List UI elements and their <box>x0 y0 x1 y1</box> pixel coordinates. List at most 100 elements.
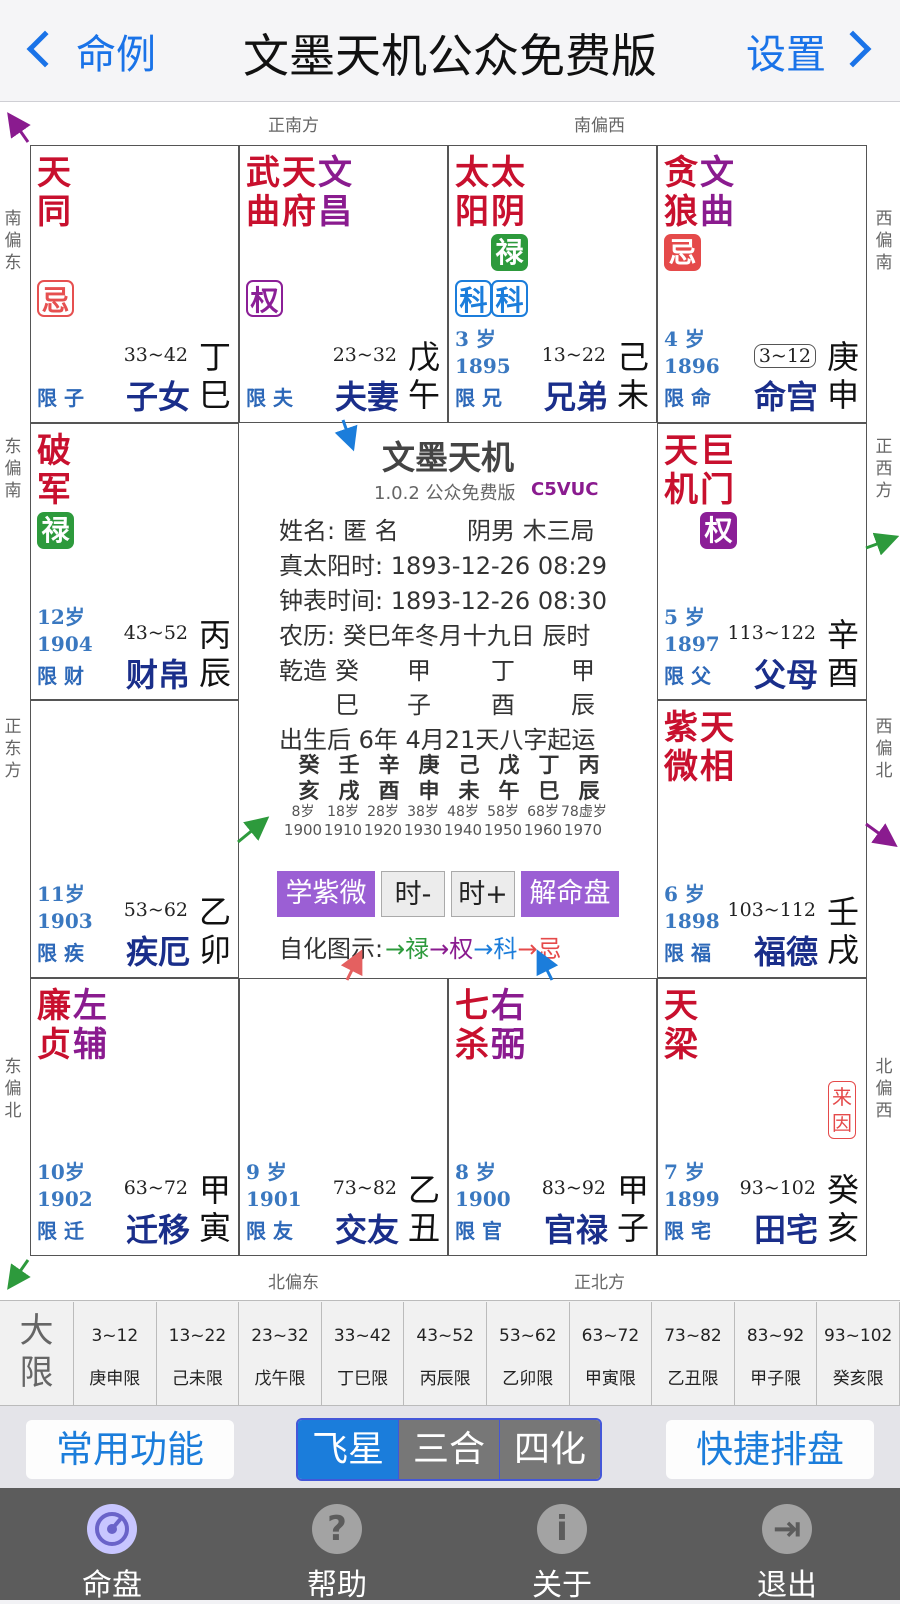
palace-guanlu[interactable]: 七 杀右 弼 8 岁 1900 限 官 83~92 官禄甲 子 <box>448 978 657 1256</box>
tab-about[interactable]: i 关于 <box>492 1488 632 1603</box>
xiao-xian-label: 限 父 <box>664 664 711 688</box>
star-name: 紫 微 <box>664 708 698 787</box>
palace-jie[interactable]: 11岁 1903 限 疾 53~62 疾厄乙 卯 <box>30 700 239 978</box>
age-value: 10岁 <box>37 1160 85 1184</box>
explain-chart-button[interactable]: 解命盘 <box>521 871 619 917</box>
age-value: 7 岁 <box>664 1160 705 1184</box>
palace-xiongdi[interactable]: 太 阳太 阴禄科科 3 岁 1895 限 兄 13~22 兄弟己 未 <box>448 145 657 423</box>
sihua-badge: 权 <box>246 280 283 317</box>
action-bar: 常用功能 飞星 三合 四化 快捷排盘 <box>0 1406 900 1488</box>
segment-feixing[interactable]: 飞星 <box>298 1420 398 1479</box>
palace-qianyi[interactable]: 廉 贞左 辅 10岁 1902 限 迁 63~72 迁移甲 寅 <box>30 978 239 1256</box>
xiao-xian-label: 限 兄 <box>455 386 502 410</box>
dayun-age: 68岁 <box>527 804 559 820</box>
tab-chart[interactable]: 命盘 <box>42 1488 182 1603</box>
daxian-cell[interactable]: 23~32 戊午限 <box>239 1302 322 1405</box>
dayun-year: 1970 <box>563 821 603 839</box>
xiao-xian-label: 限 迁 <box>37 1219 84 1243</box>
palace-name: 夫妻 <box>334 378 399 416</box>
chart-dial-icon <box>87 1504 137 1554</box>
palace-fumu[interactable]: 天 机巨 门权 5 岁 1897 限 父 113~122 父母辛 酉 <box>657 423 867 700</box>
star-group: 贪 狼文 曲 <box>664 154 736 232</box>
palace-name: 子女 <box>125 378 190 416</box>
daxian-cell-ganzhi: 丁巳限 <box>337 1369 389 1389</box>
palace-jiaoyou[interactable]: 9 岁 1901 限 友 73~82 交友乙 丑 <box>239 978 448 1256</box>
xiao-xian-label: 限 财 <box>37 664 84 688</box>
daxian-cell[interactable]: 43~52 丙辰限 <box>404 1302 487 1405</box>
laiyin-badge: 来 因 <box>828 1081 856 1139</box>
direction-label: 北偏西 <box>875 1057 893 1121</box>
tab-help[interactable]: ? 帮助 <box>267 1488 407 1603</box>
quick-chart-button[interactable]: 快捷排盘 <box>666 1420 874 1479</box>
tab-chart-label: 命盘 <box>82 1568 142 1603</box>
palace-minggong[interactable]: 贪 狼文 曲忌 4 岁 1896 限 命 3~12 命宫庚 申 <box>657 145 867 423</box>
daxian-title: 大 限 <box>19 1311 54 1393</box>
direction-label: 西偏北 <box>875 717 893 781</box>
tab-help-label: 帮助 <box>307 1568 367 1603</box>
palace-name: 父母 <box>753 656 818 694</box>
star-name: 武 曲 <box>246 153 280 232</box>
settings-button[interactable]: 设置 <box>746 22 826 80</box>
hour-minus-button[interactable]: 时- <box>381 871 445 917</box>
bazi-stem: 甲 <box>407 657 431 685</box>
segment-sanhe[interactable]: 三合 <box>398 1420 499 1479</box>
dayun-age: 8岁 <box>291 804 315 820</box>
direction-label: 正西方 <box>875 437 893 501</box>
daxian-cell-range: 83~92 <box>746 1326 805 1346</box>
daxian-cell[interactable]: 33~42 丁巳限 <box>322 1302 405 1405</box>
app-logo-title: 文墨天机 <box>382 438 514 477</box>
star-group: 七 杀右 弼 <box>455 987 527 1065</box>
star-name: 右 弼 <box>491 986 525 1065</box>
daxian-cell[interactable]: 3~12 庚申限 <box>74 1302 157 1405</box>
tab-exit[interactable]: ⇥ 退出 <box>717 1488 857 1603</box>
dayun-year: 1960 <box>523 821 563 839</box>
birth-year: 1902 <box>37 1187 93 1211</box>
daxian-range: 43~52 <box>123 622 188 644</box>
palace-name: 迁移 <box>125 1211 190 1249</box>
daxian-cell[interactable]: 93~102 癸亥限 <box>817 1302 900 1405</box>
star-name: 破 军 <box>37 431 71 510</box>
palace-caibo[interactable]: 破 军禄 12岁 1904 限 财 43~52 财帛丙 辰 <box>30 423 239 700</box>
segment-sihua[interactable]: 四化 <box>499 1420 600 1479</box>
dayun-age: 18岁 <box>327 804 359 820</box>
daxian-cell[interactable]: 13~22 己未限 <box>157 1302 240 1405</box>
palace-age: 4 岁 1896 <box>664 326 720 380</box>
palace-age: 3 岁 1895 <box>455 326 511 380</box>
daxian-cell[interactable]: 53~62 乙卯限 <box>487 1302 570 1405</box>
bazi-branch: 子 <box>407 691 431 719</box>
palace-fude[interactable]: 紫 微天 相 6 岁 1898 限 福 103~112 福德壬 戌 <box>657 700 867 978</box>
daxian-cell[interactable]: 73~82 乙丑限 <box>652 1302 735 1405</box>
center-info-panel: 文墨天机 1.0.2 公众免费版 C5VUC 姓名: 匿 名 阴男 木三局 真太… <box>239 417 657 965</box>
palace-fuqi[interactable]: 武 曲天 府文 昌权限 夫 23~32 夫妻戊 午 <box>239 145 448 423</box>
daxian-bar: 大 限 3~12 庚申限 13~22 己未限 23~32 戊午限 33~42 丁巳限 43~52… <box>0 1300 900 1406</box>
direction-label: 东偏北 <box>4 1057 22 1121</box>
daxian-cell-range: 53~62 <box>499 1326 557 1346</box>
ganzhi: 庚 申 <box>826 338 859 414</box>
ganzhi: 辛 酉 <box>826 616 859 692</box>
common-functions-button[interactable]: 常用功能 <box>26 1420 234 1479</box>
question-icon: ? <box>312 1504 362 1554</box>
daxian-cell-ganzhi: 庚申限 <box>89 1369 141 1389</box>
direction-label: 南偏西 <box>574 116 625 136</box>
daxian-cell[interactable]: 83~92 甲子限 <box>735 1302 818 1405</box>
star-group: 廉 贞左 辅 <box>37 987 109 1065</box>
palace-name: 福德 <box>753 933 818 971</box>
clock-time: 钟表时间: 1893-12-26 08:30 <box>279 587 607 615</box>
star-name: 天 梁 <box>664 986 698 1065</box>
daxian-cell[interactable]: 63~72 甲寅限 <box>570 1302 653 1405</box>
palace-tianzhai[interactable]: 天 梁来 因 7 岁 1899 限 宅 93~102 田宅癸 亥 <box>657 978 867 1256</box>
sihua-badge: 科 <box>455 280 492 317</box>
palace-zinv[interactable]: 天 同忌限 子 33~42 子女丁 巳 <box>30 145 239 423</box>
star-name: 巨 门 <box>700 431 734 510</box>
xiao-xian-label: 限 宅 <box>664 1219 711 1243</box>
hour-plus-button[interactable]: 时+ <box>451 871 515 917</box>
star-group: 武 曲天 府文 昌 <box>246 154 354 232</box>
sihua-badge: 忌 <box>37 280 74 317</box>
bazi-branch: 酉 <box>491 691 515 719</box>
direction-label: 正东方 <box>4 717 22 781</box>
dayun-year: 1930 <box>403 821 443 839</box>
age-value: 5 岁 <box>664 605 705 629</box>
legend-lu: 禄 <box>405 935 430 963</box>
sihua-badge: 科 <box>491 280 528 317</box>
learn-ziwei-button[interactable]: 学紫微 <box>277 871 375 917</box>
